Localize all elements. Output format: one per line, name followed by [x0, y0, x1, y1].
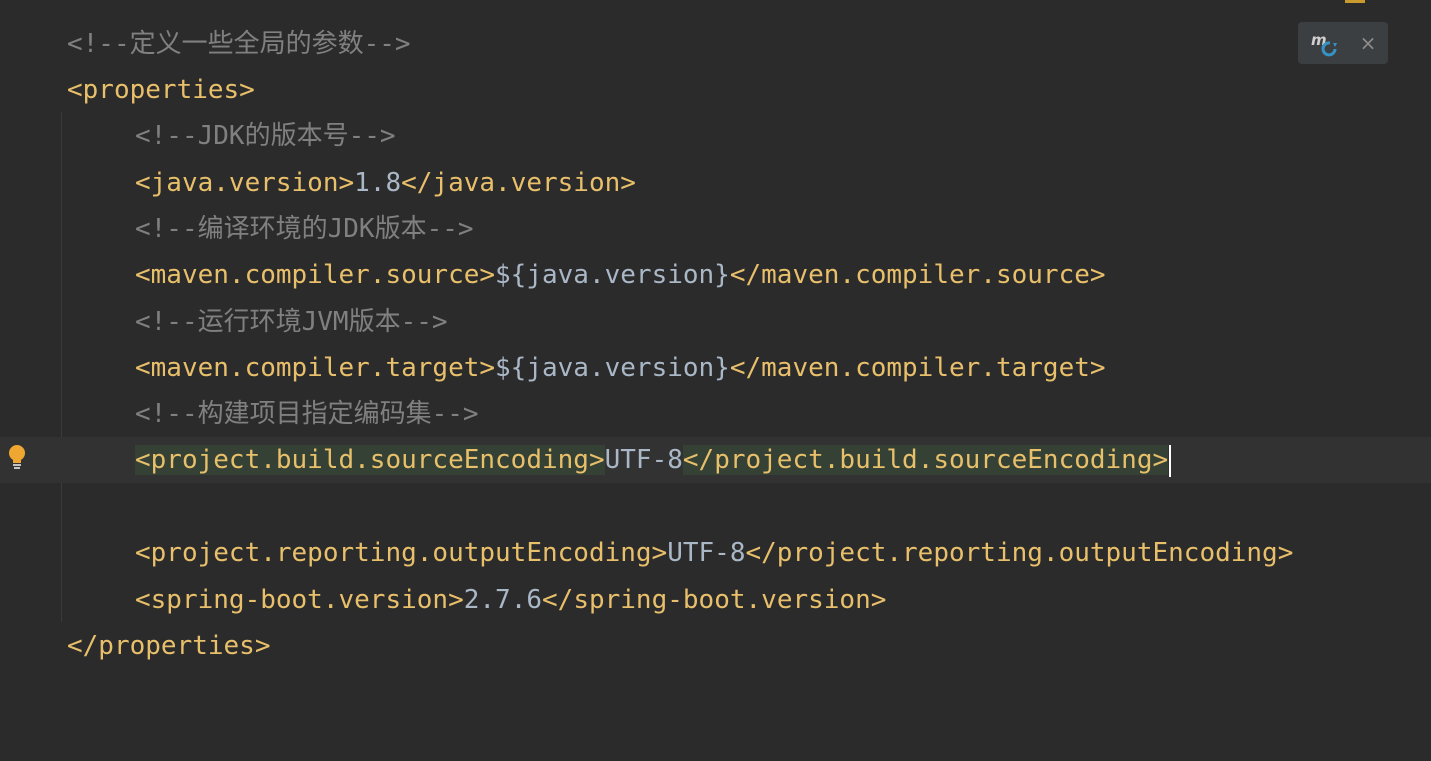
xml-open-tag: <properties>: [67, 75, 255, 105]
code-line[interactable]: <maven.compiler.source>${java.version}</…: [0, 252, 1431, 298]
xml-close-tag: </maven.compiler.target>: [729, 353, 1106, 383]
code-editor[interactable]: <!--定义一些全局的参数--> <properties> <!--JDK的版本…: [0, 0, 1431, 661]
code-line[interactable]: <java.version>1.8</java.version>: [0, 160, 1431, 206]
intention-bulb-icon[interactable]: [8, 444, 26, 470]
xml-value: UTF-8: [604, 445, 683, 475]
xml-comment: <!--JDK的版本号-->: [135, 121, 396, 151]
xml-open-tag: <maven.compiler.target>: [135, 353, 496, 383]
xml-value: ${java.version}: [495, 260, 730, 290]
code-line[interactable]: <properties>: [0, 67, 1431, 113]
text-caret: [1169, 444, 1172, 477]
xml-close-tag: </project.reporting.outputEncoding>: [745, 538, 1294, 568]
current-code-line[interactable]: <project.build.sourceEncoding>UTF-8</pro…: [0, 437, 1431, 483]
code-line[interactable]: <!--JDK的版本号-->: [0, 113, 1431, 159]
xml-comment: <!--运行环境JVM版本-->: [135, 307, 448, 337]
xml-open-tag: <maven.compiler.source>: [135, 260, 496, 290]
xml-open-tag: <spring-boot.version>: [135, 585, 464, 615]
xml-close-tag-highlighted: </project.build.sourceEncoding>: [682, 445, 1169, 475]
code-line[interactable]: <!--运行环境JVM版本-->: [0, 299, 1431, 345]
xml-value: 1.8: [354, 168, 402, 198]
close-icon[interactable]: ×: [1356, 28, 1380, 58]
xml-comment: <!--构建项目指定编码集-->: [135, 399, 479, 429]
maven-reload-popup: m ×: [1298, 22, 1388, 64]
code-line[interactable]: <maven.compiler.target>${java.version}</…: [0, 345, 1431, 391]
xml-close-tag: </java.version>: [401, 168, 636, 198]
maven-reload-icon[interactable]: m: [1310, 29, 1338, 57]
xml-value: 2.7.6: [463, 585, 543, 615]
xml-value: UTF-8: [667, 538, 746, 568]
xml-close-tag: </properties>: [67, 631, 271, 661]
warning-marker: [1345, 0, 1365, 3]
code-line[interactable]: <project.reporting.outputEncoding>UTF-8<…: [0, 530, 1431, 576]
xml-comment: <!--定义一些全局的参数-->: [67, 29, 411, 59]
xml-value: ${java.version}: [495, 353, 730, 383]
xml-open-tag: <java.version>: [135, 168, 355, 198]
code-line[interactable]: <spring-boot.version>2.7.6</spring-boot.…: [0, 577, 1431, 623]
xml-open-tag: <project.reporting.outputEncoding>: [135, 538, 668, 568]
xml-close-tag: </spring-boot.version>: [542, 585, 887, 615]
empty-code-line[interactable]: [0, 484, 1431, 530]
code-line[interactable]: </properties>: [0, 623, 1431, 669]
code-line[interactable]: <!--编译环境的JDK版本-->: [0, 206, 1431, 252]
xml-comment: <!--编译环境的JDK版本-->: [135, 214, 474, 244]
code-line[interactable]: <!--定义一些全局的参数-->: [0, 21, 1431, 67]
code-line[interactable]: <!--构建项目指定编码集-->: [0, 391, 1431, 437]
xml-close-tag: </maven.compiler.source>: [729, 260, 1106, 290]
xml-open-tag-highlighted: <project.build.sourceEncoding>: [135, 445, 605, 475]
